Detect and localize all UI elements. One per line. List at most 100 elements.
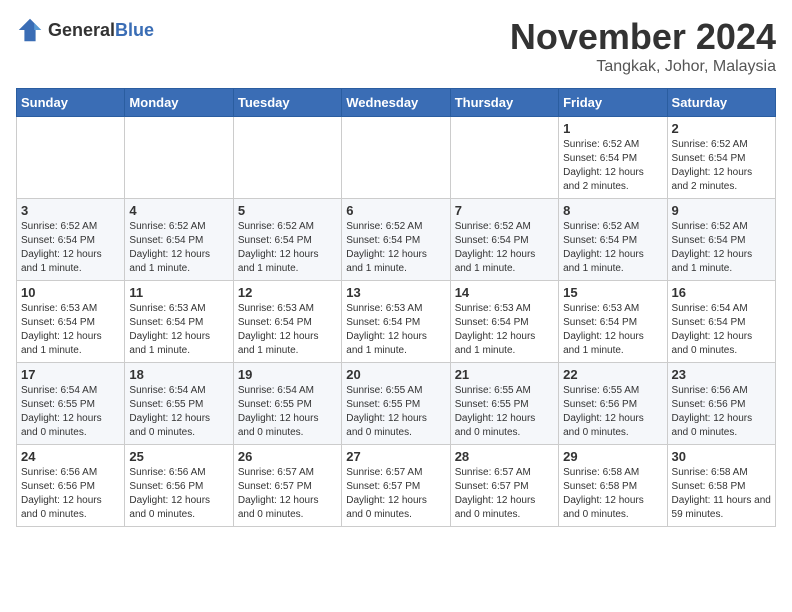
- day-number-13: 13: [346, 285, 445, 300]
- col-saturday: Saturday: [667, 89, 775, 117]
- cell-w1-d3: 6 Sunrise: 6:52 AM Sunset: 6:54 PM Daylig…: [342, 199, 450, 281]
- day-number-27: 27: [346, 449, 445, 464]
- col-thursday: Thursday: [450, 89, 558, 117]
- day-info-21: Sunrise: 6:55 AM Sunset: 6:55 PM Dayligh…: [455, 384, 554, 440]
- day-number-4: 4: [129, 203, 228, 218]
- cell-w4-d5: 29 Sunrise: 6:58 AM Sunset: 6:58 PM Dayli…: [559, 445, 667, 527]
- day-info-2: Sunrise: 6:52 AM Sunset: 6:54 PM Dayligh…: [672, 138, 771, 194]
- day-info-14: Sunrise: 6:53 AM Sunset: 6:54 PM Dayligh…: [455, 302, 554, 358]
- cell-w1-d6: 9Sunrise: 6:52 AM Sunset: 6:54 PM Daylig…: [667, 199, 775, 281]
- cell-w4-d2: 26 Sunrise: 6:57 AM Sunset: 6:57 PM Dayli…: [233, 445, 341, 527]
- day-info-18: Sunrise: 6:54 AM Sunset: 6:55 PM Dayligh…: [129, 384, 228, 440]
- logo-general: General: [48, 20, 115, 40]
- day-info-23: Sunrise: 6:56 AM Sunset: 6:56 PM Dayligh…: [672, 384, 771, 440]
- cell-w2-d6: 16Sunrise: 6:54 AM Sunset: 6:54 PM Dayli…: [667, 281, 775, 363]
- cell-w3-d5: 22 Sunrise: 6:55 AM Sunset: 6:56 PM Dayli…: [559, 363, 667, 445]
- day-info-29: Sunrise: 6:58 AM Sunset: 6:58 PM Dayligh…: [563, 466, 662, 522]
- day-number-23: 23: [672, 367, 771, 382]
- day-number-28: 28: [455, 449, 554, 464]
- week-row-1: 3 Sunrise: 6:52 AM Sunset: 6:54 PM Daylig…: [17, 199, 776, 281]
- day-number-6: 6: [346, 203, 445, 218]
- day-number-22: 22: [563, 367, 662, 382]
- day-info-9: Sunrise: 6:52 AM Sunset: 6:54 PM Dayligh…: [672, 220, 771, 276]
- day-number-10: 10: [21, 285, 120, 300]
- day-number-26: 26: [238, 449, 337, 464]
- day-info-26: Sunrise: 6:57 AM Sunset: 6:57 PM Dayligh…: [238, 466, 337, 522]
- title-area: November 2024 Tangkak, Johor, Malaysia: [510, 16, 776, 76]
- day-info-6: Sunrise: 6:52 AM Sunset: 6:54 PM Dayligh…: [346, 220, 445, 276]
- cell-w2-d1: 11 Sunrise: 6:53 AM Sunset: 6:54 PM Dayli…: [125, 281, 233, 363]
- day-info-3: Sunrise: 6:52 AM Sunset: 6:54 PM Dayligh…: [21, 220, 120, 276]
- cell-w1-d2: 5Sunrise: 6:52 AM Sunset: 6:54 PM Daylig…: [233, 199, 341, 281]
- cell-w2-d3: 13 Sunrise: 6:53 AM Sunset: 6:54 PM Dayli…: [342, 281, 450, 363]
- day-info-30: Sunrise: 6:58 AM Sunset: 6:58 PM Dayligh…: [672, 466, 771, 522]
- day-number-24: 24: [21, 449, 120, 464]
- day-info-8: Sunrise: 6:52 AM Sunset: 6:54 PM Dayligh…: [563, 220, 662, 276]
- logo-icon: [16, 16, 44, 44]
- cell-w4-d0: 24 Sunrise: 6:56 AM Sunset: 6:56 PM Dayli…: [17, 445, 125, 527]
- day-number-21: 21: [455, 367, 554, 382]
- col-friday: Friday: [559, 89, 667, 117]
- day-info-11: Sunrise: 6:53 AM Sunset: 6:54 PM Dayligh…: [129, 302, 228, 358]
- cell-w1-d5: 8Sunrise: 6:52 AM Sunset: 6:54 PM Daylig…: [559, 199, 667, 281]
- day-number-2: 2: [672, 121, 771, 136]
- day-info-10: Sunrise: 6:53 AM Sunset: 6:54 PM Dayligh…: [21, 302, 120, 358]
- col-tuesday: Tuesday: [233, 89, 341, 117]
- day-info-20: Sunrise: 6:55 AM Sunset: 6:55 PM Dayligh…: [346, 384, 445, 440]
- day-info-1: Sunrise: 6:52 AM Sunset: 6:54 PM Dayligh…: [563, 138, 662, 194]
- day-number-1: 1: [563, 121, 662, 136]
- day-number-11: 11: [129, 285, 228, 300]
- day-number-30: 30: [672, 449, 771, 464]
- day-info-19: Sunrise: 6:54 AM Sunset: 6:55 PM Dayligh…: [238, 384, 337, 440]
- day-info-13: Sunrise: 6:53 AM Sunset: 6:54 PM Dayligh…: [346, 302, 445, 358]
- day-info-16: Sunrise: 6:54 AM Sunset: 6:54 PM Dayligh…: [672, 302, 771, 358]
- calendar-header: Sunday Monday Tuesday Wednesday Thursday…: [17, 89, 776, 117]
- logo: GeneralBlue: [16, 16, 154, 44]
- day-number-12: 12: [238, 285, 337, 300]
- cell-w1-d4: 7 Sunrise: 6:52 AM Sunset: 6:54 PM Daylig…: [450, 199, 558, 281]
- col-monday: Monday: [125, 89, 233, 117]
- cell-w2-d0: 10 Sunrise: 6:53 AM Sunset: 6:54 PM Dayli…: [17, 281, 125, 363]
- cell-w0-d3: [342, 117, 450, 199]
- day-info-12: Sunrise: 6:53 AM Sunset: 6:54 PM Dayligh…: [238, 302, 337, 358]
- day-info-27: Sunrise: 6:57 AM Sunset: 6:57 PM Dayligh…: [346, 466, 445, 522]
- day-info-28: Sunrise: 6:57 AM Sunset: 6:57 PM Dayligh…: [455, 466, 554, 522]
- day-number-29: 29: [563, 449, 662, 464]
- day-info-7: Sunrise: 6:52 AM Sunset: 6:54 PM Dayligh…: [455, 220, 554, 276]
- cell-w3-d2: 19 Sunrise: 6:54 AM Sunset: 6:55 PM Dayli…: [233, 363, 341, 445]
- day-number-20: 20: [346, 367, 445, 382]
- day-number-17: 17: [21, 367, 120, 382]
- day-number-3: 3: [21, 203, 120, 218]
- day-number-14: 14: [455, 285, 554, 300]
- day-number-18: 18: [129, 367, 228, 382]
- cell-w3-d1: 18 Sunrise: 6:54 AM Sunset: 6:55 PM Dayli…: [125, 363, 233, 445]
- cell-w2-d2: 12 Sunrise: 6:53 AM Sunset: 6:54 PM Dayli…: [233, 281, 341, 363]
- cell-w0-d5: 1 Sunrise: 6:52 AM Sunset: 6:54 PM Daylig…: [559, 117, 667, 199]
- cell-w2-d4: 14 Sunrise: 6:53 AM Sunset: 6:54 PM Dayli…: [450, 281, 558, 363]
- day-info-15: Sunrise: 6:53 AM Sunset: 6:54 PM Dayligh…: [563, 302, 662, 358]
- cell-w0-d6: 2 Sunrise: 6:52 AM Sunset: 6:54 PM Daylig…: [667, 117, 775, 199]
- day-number-7: 7: [455, 203, 554, 218]
- col-wednesday: Wednesday: [342, 89, 450, 117]
- week-row-4: 24 Sunrise: 6:56 AM Sunset: 6:56 PM Dayli…: [17, 445, 776, 527]
- cell-w3-d6: 23 Sunrise: 6:56 AM Sunset: 6:56 PM Dayli…: [667, 363, 775, 445]
- cell-w1-d0: 3 Sunrise: 6:52 AM Sunset: 6:54 PM Daylig…: [17, 199, 125, 281]
- col-sunday: Sunday: [17, 89, 125, 117]
- cell-w4-d4: 28 Sunrise: 6:57 AM Sunset: 6:57 PM Dayli…: [450, 445, 558, 527]
- cell-w0-d1: [125, 117, 233, 199]
- day-info-22: Sunrise: 6:55 AM Sunset: 6:56 PM Dayligh…: [563, 384, 662, 440]
- cell-w0-d2: [233, 117, 341, 199]
- day-number-25: 25: [129, 449, 228, 464]
- calendar-body: 1 Sunrise: 6:52 AM Sunset: 6:54 PM Daylig…: [17, 117, 776, 527]
- day-number-19: 19: [238, 367, 337, 382]
- calendar: Sunday Monday Tuesday Wednesday Thursday…: [16, 88, 776, 527]
- cell-w3-d0: 17Sunrise: 6:54 AM Sunset: 6:55 PM Dayli…: [17, 363, 125, 445]
- day-info-5: Sunrise: 6:52 AM Sunset: 6:54 PM Dayligh…: [238, 220, 337, 276]
- header-area: GeneralBlue November 2024 Tangkak, Johor…: [16, 16, 776, 76]
- day-number-15: 15: [563, 285, 662, 300]
- week-row-3: 17 Sunrise: 6:54 AM Sunset: 6:55 PM Dayli…: [17, 363, 776, 445]
- day-info-25: Sunrise: 6:56 AM Sunset: 6:56 PM Dayligh…: [129, 466, 228, 522]
- day-info-24: Sunrise: 6:56 AM Sunset: 6:56 PM Dayligh…: [21, 466, 120, 522]
- cell-w4-d3: 27 Sunrise: 6:57 AM Sunset: 6:57 PM Dayli…: [342, 445, 450, 527]
- header-row: Sunday Monday Tuesday Wednesday Thursday…: [17, 89, 776, 117]
